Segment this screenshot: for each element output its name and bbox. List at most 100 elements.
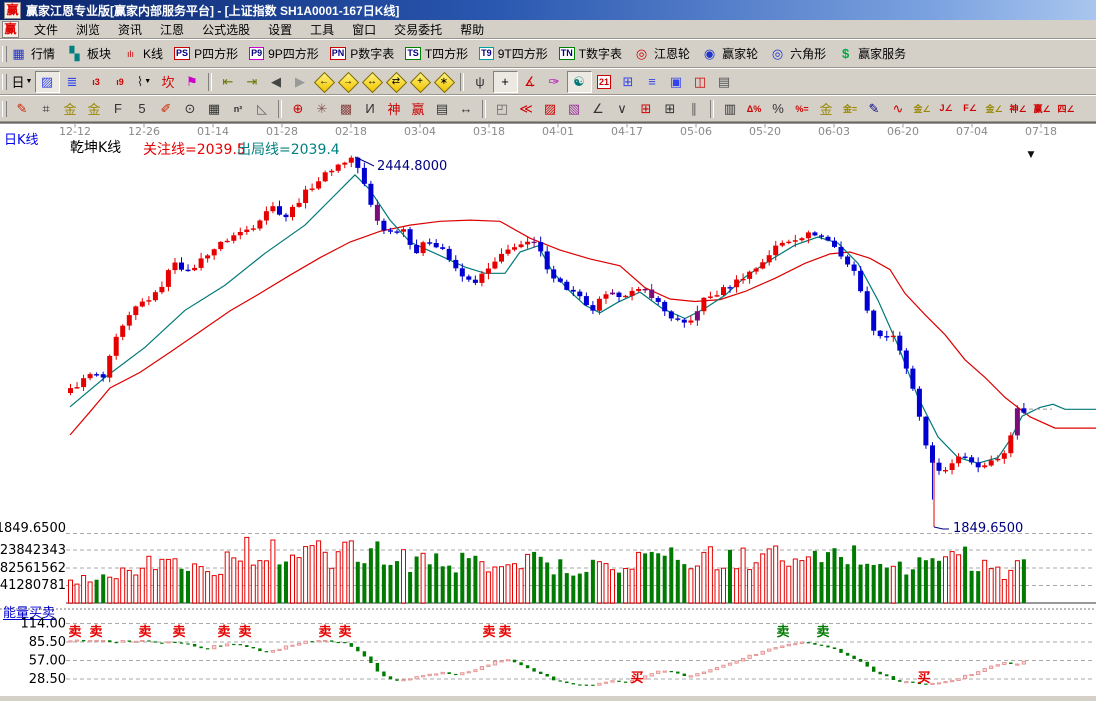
pattern-tool[interactable]: ☯ bbox=[567, 71, 592, 93]
pen-candle-button[interactable]: ✎ bbox=[863, 99, 886, 119]
toolbar-button-hexagon[interactable]: ◎六角形 bbox=[769, 45, 826, 62]
toolbar-button-p-square[interactable]: PSP四方形 bbox=[174, 45, 238, 62]
j-angle-button[interactable]: J∠ bbox=[935, 99, 958, 119]
wave-angle-button[interactable]: И bbox=[359, 99, 382, 119]
menu-item-settings[interactable]: 设置 bbox=[259, 20, 301, 39]
menu-item-window[interactable]: 窗口 bbox=[343, 20, 385, 39]
ying-angle-button[interactable]: 赢∠ bbox=[1031, 99, 1054, 119]
fan-lines-button[interactable]: ≪ bbox=[515, 99, 538, 119]
menu-item-browse[interactable]: 浏览 bbox=[67, 20, 109, 39]
compress-horizontal-button[interactable]: ⇄ bbox=[385, 72, 408, 92]
brush-tool[interactable]: ✐ bbox=[155, 99, 178, 119]
kline-9-button[interactable]: ı9 bbox=[109, 72, 132, 92]
box-select-button[interactable]: ◰ bbox=[491, 99, 514, 119]
menu-item-tools[interactable]: 工具 bbox=[301, 20, 343, 39]
five-grid-button[interactable]: 5 bbox=[131, 99, 154, 119]
wave-a-button[interactable]: ∿ bbox=[887, 99, 910, 119]
period-day-dropdown-button[interactable]: 日▼ bbox=[11, 72, 34, 92]
info-panel-button[interactable]: ≣ bbox=[61, 72, 84, 92]
chart-area[interactable]: 12-1212-2601-1401-2802-1803-0403-1804-01… bbox=[0, 122, 1096, 696]
notes-tool[interactable]: ≡ bbox=[641, 72, 664, 92]
ying-grid-button[interactable]: 赢 bbox=[407, 99, 430, 119]
number-grid-button[interactable]: ▤ bbox=[431, 99, 454, 119]
calculator-tool[interactable]: ⊞ bbox=[617, 72, 640, 92]
compass-tool[interactable]: ⊙ bbox=[179, 99, 202, 119]
kline-single-dropdown-button[interactable]: ⌇▼ bbox=[133, 72, 156, 92]
region-zoom-button[interactable]: ▨ bbox=[35, 71, 60, 93]
toolbar-button-9p-square[interactable]: P99P四方形 bbox=[249, 45, 319, 62]
save-tool[interactable]: ▣ bbox=[665, 72, 688, 92]
crosshair-tool[interactable]: + bbox=[493, 71, 518, 93]
v-wave-button[interactable]: ∨ bbox=[611, 99, 634, 119]
trend-angle-button[interactable]: ∠ bbox=[587, 99, 610, 119]
percent-button[interactable]: % bbox=[767, 99, 790, 119]
hand-tool[interactable]: ψ bbox=[469, 72, 492, 92]
red-grid-box-button[interactable]: ⊞ bbox=[635, 99, 658, 119]
toolbar-button-9t-square[interactable]: T99T四方形 bbox=[479, 45, 548, 62]
toolbar-button-winner-service[interactable]: $赢家服务 bbox=[837, 45, 906, 62]
toolbar-grip[interactable] bbox=[2, 74, 7, 90]
grid-tool[interactable]: ⌗ bbox=[35, 99, 58, 119]
toolbar-button-p-number-table[interactable]: PNP数字表 bbox=[330, 45, 395, 62]
parallel-lines-button[interactable]: ∥ bbox=[683, 99, 706, 119]
window-menu-icon[interactable]: 赢 bbox=[2, 21, 19, 38]
toolbar-button-sectors[interactable]: ▚板块 bbox=[66, 45, 111, 62]
shen-angle-button[interactable]: 神∠ bbox=[1007, 99, 1030, 119]
menu-item-help[interactable]: 帮助 bbox=[451, 20, 493, 39]
calendar-tool[interactable]: 21 bbox=[593, 72, 616, 92]
toolbar-button-winner-wheel[interactable]: ◉赢家轮 bbox=[701, 45, 758, 62]
percent-triangle-button[interactable]: Δ% bbox=[743, 99, 766, 119]
e-table-button[interactable]: ▥ bbox=[719, 99, 742, 119]
pan-left-button[interactable]: ← bbox=[313, 72, 336, 92]
spider-web-button[interactable]: ✳ bbox=[311, 99, 334, 119]
n2-grid-button[interactable]: n² bbox=[227, 99, 250, 119]
gold-grid-b-button[interactable]: 金 bbox=[83, 99, 106, 119]
first-page-button[interactable]: ⇤ bbox=[217, 72, 240, 92]
compress-all-button[interactable]: ∗ bbox=[433, 72, 456, 92]
menu-item-file[interactable]: 文件 bbox=[25, 20, 67, 39]
expand-horizontal-button[interactable]: ↔ bbox=[361, 72, 384, 92]
toolbar-grip[interactable] bbox=[2, 101, 7, 117]
protractor-tool[interactable]: ∡ bbox=[519, 72, 542, 92]
toolbar-button-gann-wheel[interactable]: ◎江恩轮 bbox=[633, 45, 690, 62]
si-angle-button[interactable]: 四∠ bbox=[1055, 99, 1078, 119]
f-grid-button[interactable]: F bbox=[107, 99, 130, 119]
toolbar-button-kline[interactable]: ılıK线 bbox=[122, 45, 163, 62]
gold-circle-button[interactable]: 金 bbox=[815, 99, 838, 119]
circle-cross-button[interactable]: ⊕ bbox=[287, 99, 310, 119]
next-page-button[interactable]: ▶ bbox=[289, 72, 312, 92]
menu-item-gann[interactable]: 江恩 bbox=[151, 20, 193, 39]
kline-3-button[interactable]: ı3 bbox=[85, 72, 108, 92]
menu-item-news[interactable]: 资讯 bbox=[109, 20, 151, 39]
gold-angle-2-button[interactable]: 金∠ bbox=[983, 99, 1006, 119]
toolbar-button-t-number-table[interactable]: TNT数字表 bbox=[559, 45, 622, 62]
kan-tool[interactable]: 坎 bbox=[157, 72, 180, 92]
menu-item-trade-entrust[interactable]: 交易委托 bbox=[385, 20, 451, 39]
toolbar-button-quotes[interactable]: ▦行情 bbox=[10, 45, 55, 62]
fan-box-2-button[interactable]: ▧ bbox=[563, 99, 586, 119]
gann-brush-tool[interactable]: ✑ bbox=[543, 72, 566, 92]
width-arrows-button[interactable]: ↔ bbox=[455, 99, 478, 119]
menu-item-formula-stock-pick[interactable]: 公式选股 bbox=[193, 20, 259, 39]
print-tool[interactable]: ▤ bbox=[713, 72, 736, 92]
prev-page-button[interactable]: ◀ bbox=[265, 72, 288, 92]
shen-grid-button[interactable]: 神 bbox=[383, 99, 406, 119]
toolbar-button-t-square[interactable]: TST四方形 bbox=[405, 45, 468, 62]
gold-angle-button[interactable]: 金∠ bbox=[911, 99, 934, 119]
fan-box-button[interactable]: ▨ bbox=[539, 99, 562, 119]
angle-ruler-button[interactable]: ◺ bbox=[251, 99, 274, 119]
gold-lines-button[interactable]: 金= bbox=[839, 99, 862, 119]
snapshot-tool[interactable]: ◫ bbox=[689, 72, 712, 92]
expand-all-button[interactable]: + bbox=[409, 72, 432, 92]
pan-right-button[interactable]: → bbox=[337, 72, 360, 92]
f-angle-button[interactable]: F∠ bbox=[959, 99, 982, 119]
plain-grid-button[interactable]: ▦ bbox=[203, 99, 226, 119]
pen-tool[interactable]: ✎ bbox=[11, 99, 34, 119]
toolbar-grip[interactable] bbox=[2, 46, 7, 62]
grid-box-2-button[interactable]: ⊞ bbox=[659, 99, 682, 119]
flag-volume-button[interactable]: ⚑ bbox=[181, 72, 204, 92]
last-page-button[interactable]: ⇥ bbox=[241, 72, 264, 92]
percent-lines-button[interactable]: %= bbox=[791, 99, 814, 119]
kline-chart-canvas[interactable]: 12-1212-2601-1401-2802-1803-0403-1804-01… bbox=[0, 123, 1096, 696]
gold-grid-a-button[interactable]: 金 bbox=[59, 99, 82, 119]
